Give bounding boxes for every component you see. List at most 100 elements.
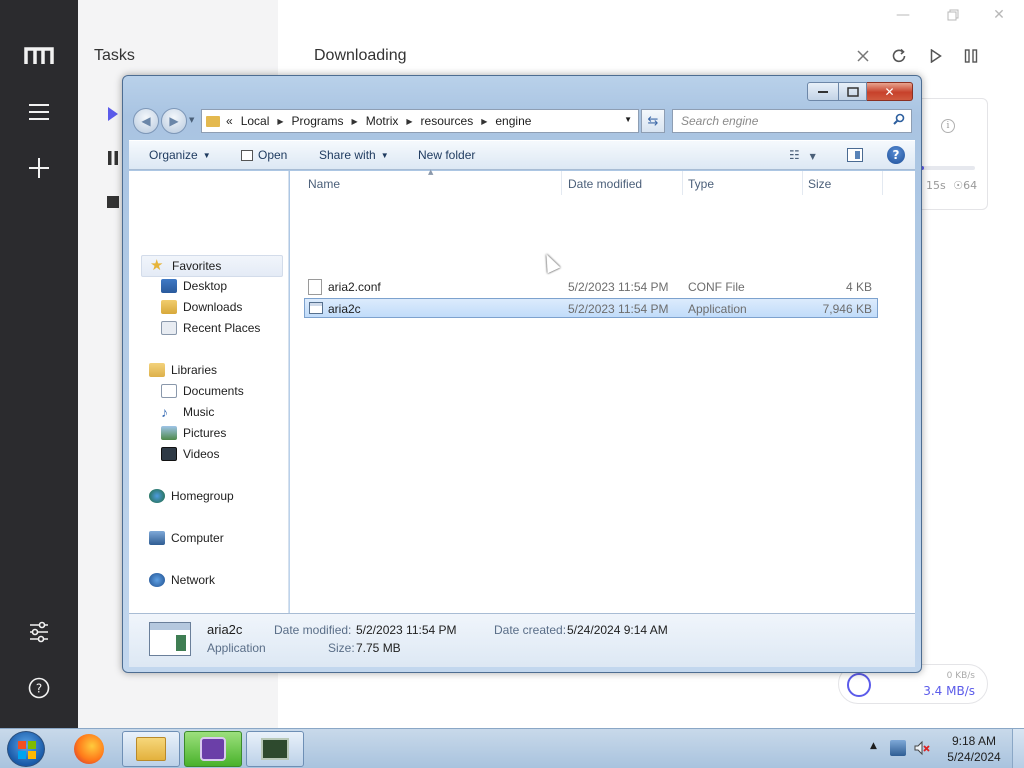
system-clock[interactable]: 9:18 AM 5/24/2024 [944,733,1004,765]
breadcrumb-engine[interactable]: engine [495,114,531,128]
nav-homegroup-label: Homegroup [171,489,234,503]
task-stats: 15s ☉64 [926,179,977,192]
column-divider[interactable] [561,171,562,195]
show-desktop-button[interactable] [1012,729,1024,768]
add-task-icon[interactable] [19,148,59,188]
refresh-icon[interactable] [890,47,908,65]
nav-documents[interactable]: Documents [161,384,244,398]
show-hidden-icons-icon[interactable]: ▲ [870,741,877,751]
paused-icon[interactable] [106,148,120,168]
taskbar-motrix[interactable] [184,731,242,767]
nav-desktop[interactable]: Desktop [161,279,227,293]
nav-downloads[interactable]: Downloads [161,300,242,314]
delete-task-icon[interactable] [854,47,872,65]
minimize-button[interactable] [807,82,839,101]
clock-date: 5/24/2024 [947,750,1001,764]
nav-network[interactable]: Network [149,573,215,587]
new-folder-button[interactable]: New folder [418,148,475,162]
speedometer-icon [847,673,871,697]
taskbar-terminal[interactable] [246,731,304,767]
stopped-icon[interactable] [106,192,120,212]
forward-button[interactable]: ▶ [161,108,187,134]
column-header-type[interactable]: Type [688,177,714,191]
maximize-button[interactable] [839,82,867,101]
chevron-down-icon: ▼ [380,150,389,160]
table-row[interactable]: aria2.conf 5/2/2023 11:54 PM CONF File 4… [304,277,878,297]
motrix-logo-icon[interactable] [19,36,59,76]
downloading-play-icon[interactable] [106,104,120,124]
menu-icon[interactable] [19,92,59,132]
nav-libraries[interactable]: Libraries [149,363,217,377]
column-divider[interactable] [682,171,683,195]
search-input[interactable]: Search engine [672,109,912,133]
nav-favorites[interactable]: ★ Favorites [141,255,283,277]
new-folder-label: New folder [418,148,476,162]
breadcrumb-chevron-icon[interactable]: ▶ [406,117,412,126]
details-pane: aria2c Application Date modified: 5/2/20… [129,613,915,667]
star-icon: ★ [150,257,164,274]
explorer-window: ✕ ◀ ▶ ▼ « Local ▶ Programs ▶ Motrix ▶ resou… [122,75,922,673]
breadcrumb-chevron-icon[interactable]: ▶ [352,117,358,126]
address-bar[interactable]: « Local ▶ Programs ▶ Motrix ▶ resources ▶ en… [201,109,639,133]
help-circle-icon[interactable]: ? [19,668,59,708]
task-info-icon[interactable]: i [941,119,955,133]
nav-music[interactable]: ♪ Music [161,405,214,419]
column-header-date-modified[interactable]: Date modified [568,177,642,191]
nav-pictures[interactable]: Pictures [161,426,226,440]
taskbar: ▲ 9:18 AM 5/24/2024 [0,728,1024,768]
pause-all-icon[interactable] [962,47,980,65]
task-connections: ☉64 [953,179,978,192]
nav-recent-places[interactable]: Recent Places [161,321,260,335]
taskbar-firefox[interactable] [60,731,118,767]
terminal-icon [261,738,289,760]
file-name: aria2.conf [328,280,381,294]
homegroup-icon [149,489,165,503]
column-header-size[interactable]: Size [808,177,831,191]
nav-videos[interactable]: Videos [161,447,219,461]
motrix-close-icon[interactable]: ✕ [988,4,1010,26]
breadcrumb-overflow[interactable]: « [226,114,233,128]
column-divider[interactable] [802,171,803,195]
organize-button[interactable]: Organize ▼ [149,148,211,162]
preview-pane-icon[interactable] [847,148,863,162]
preferences-icon[interactable] [19,612,59,652]
nav-documents-label: Documents [183,384,244,398]
breadcrumb-resources[interactable]: resources [421,114,474,128]
nav-computer[interactable]: Computer [149,531,224,545]
recent-pages-dropdown[interactable]: ▼ [189,116,194,124]
breadcrumb-chevron-icon[interactable]: ▶ [277,117,283,126]
nav-network-label: Network [171,573,216,587]
download-speed: 3.4 MB/s [923,684,975,698]
back-button[interactable]: ◀ [133,108,159,134]
resume-all-icon[interactable] [927,47,945,65]
nav-videos-label: Videos [183,447,220,461]
nav-homegroup[interactable]: Homegroup [149,489,234,503]
taskbar-explorer[interactable] [122,731,180,767]
volume-muted-icon[interactable] [914,740,930,756]
breadcrumb-motrix[interactable]: Motrix [366,114,399,128]
motrix-minimize-icon[interactable]: — [892,4,914,26]
share-with-button[interactable]: Share with ▼ [319,148,389,162]
table-row[interactable]: aria2c 5/2/2023 11:54 PM Application 7,9… [304,298,878,318]
downloads-folder-icon [161,300,177,314]
breadcrumb-chevron-icon[interactable]: ▶ [481,117,487,126]
network-tray-icon[interactable] [890,740,906,756]
start-button[interactable] [7,731,45,767]
close-button[interactable]: ✕ [867,82,913,101]
recent-places-icon [161,321,177,335]
change-view-button[interactable]: ☷ ▼ [789,148,816,162]
column-header-name[interactable]: Name [308,177,340,191]
details-date-created-label: Date created: [494,623,567,637]
nav-recent-places-label: Recent Places [183,321,261,335]
address-dropdown-icon[interactable]: ▼ [624,115,632,124]
motrix-sidebar: ? [0,0,78,728]
column-divider[interactable] [882,171,883,195]
open-button[interactable]: Open [241,148,287,162]
refresh-button[interactable]: ⇆ [641,109,665,133]
breadcrumb-local[interactable]: Local [241,114,270,128]
breadcrumb-programs[interactable]: Programs [292,114,344,128]
help-icon[interactable]: ? [887,146,905,164]
file-date-modified: 5/2/2023 11:54 PM [568,302,669,316]
motrix-maximize-icon[interactable] [942,4,964,26]
search-icon[interactable] [893,113,905,128]
